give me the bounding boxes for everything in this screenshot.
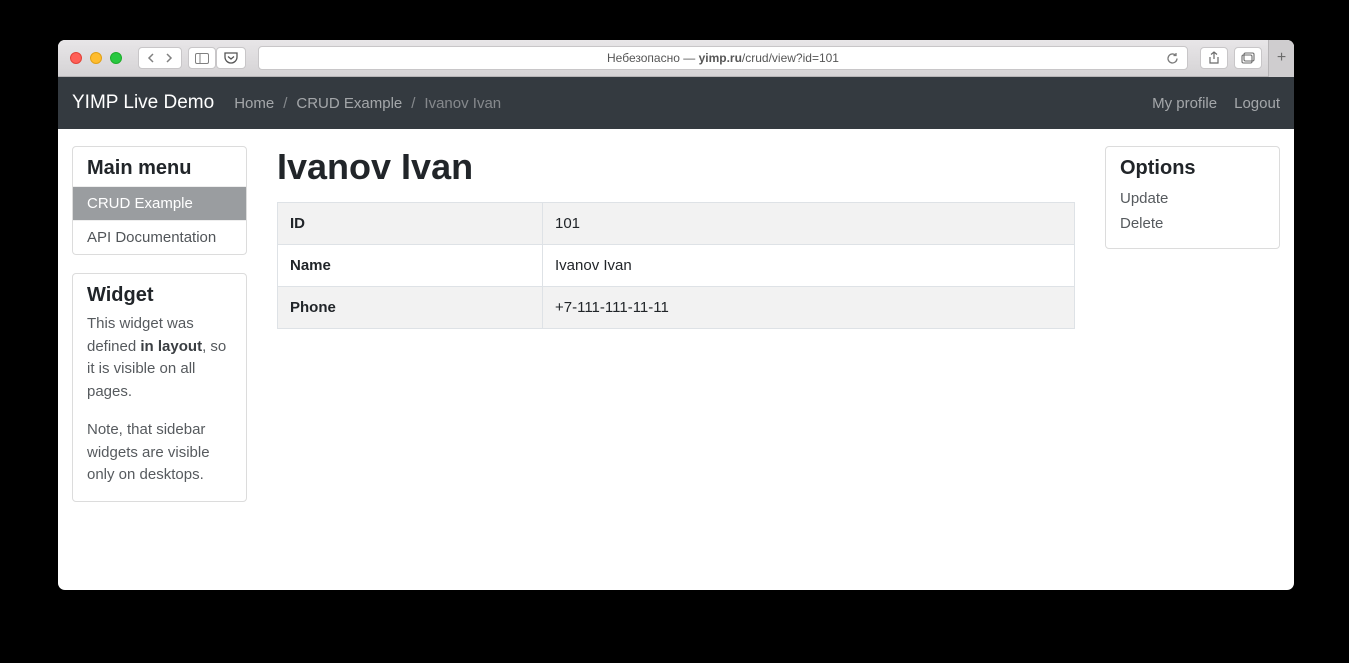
address-text: Небезопасно — yimp.ru/crud/view?id=101: [607, 51, 839, 65]
options-title: Options: [1106, 147, 1279, 186]
breadcrumb-crud[interactable]: CRUD Example: [296, 95, 402, 112]
main-menu-card: Main menu CRUD Example API Documentation: [72, 146, 247, 255]
nav-back-forward[interactable]: [138, 47, 182, 69]
close-icon[interactable]: [70, 52, 82, 64]
breadcrumb: Home / CRUD Example / Ivanov Ivan: [234, 95, 501, 112]
right-sidebar: Options Update Delete: [1105, 146, 1280, 520]
breadcrumb-current: Ivanov Ivan: [424, 95, 501, 112]
breadcrumb-home[interactable]: Home: [234, 95, 274, 112]
detail-table: ID 101 Name Ivanov Ivan Phone +7-111-111…: [277, 202, 1075, 329]
minimize-icon[interactable]: [90, 52, 102, 64]
breadcrumb-separator: /: [283, 95, 287, 112]
main-menu-title: Main menu: [73, 147, 246, 186]
sidebar-item-api-documentation[interactable]: API Documentation: [73, 220, 246, 254]
widget-card: Widget This widget was defined in layout…: [72, 273, 247, 502]
left-sidebar: Main menu CRUD Example API Documentation…: [72, 146, 247, 520]
tabs-icon[interactable]: [1234, 47, 1262, 69]
nav-logout[interactable]: Logout: [1234, 95, 1280, 112]
sidebar-item-crud-example[interactable]: CRUD Example: [73, 186, 246, 220]
table-row: Name Ivanov Ivan: [278, 245, 1075, 287]
row-value-id: 101: [543, 203, 1075, 245]
brand[interactable]: YIMP Live Demo: [72, 92, 214, 114]
breadcrumb-separator: /: [411, 95, 415, 112]
window-controls: [70, 52, 122, 64]
reload-icon[interactable]: [1166, 52, 1179, 65]
content: Main menu CRUD Example API Documentation…: [58, 129, 1294, 537]
row-label-name: Name: [278, 245, 543, 287]
nav-my-profile[interactable]: My profile: [1152, 95, 1217, 112]
options-list: Update Delete: [1106, 186, 1279, 248]
widget-text: Note, that sidebar widgets are visible o…: [87, 419, 232, 487]
title-bar: Небезопасно — yimp.ru/crud/view?id=101 +: [58, 40, 1294, 77]
row-value-name: Ivanov Ivan: [543, 245, 1075, 287]
table-row: ID 101: [278, 203, 1075, 245]
widget-title: Widget: [73, 274, 246, 313]
address-bar[interactable]: Небезопасно — yimp.ru/crud/view?id=101: [258, 46, 1188, 70]
navbar: YIMP Live Demo Home / CRUD Example / Iva…: [58, 77, 1294, 129]
share-icon[interactable]: [1200, 47, 1228, 69]
row-label-id: ID: [278, 203, 543, 245]
table-row: Phone +7-111-111-11-11: [278, 287, 1075, 329]
row-value-phone: +7-111-111-11-11: [543, 287, 1075, 329]
widget-text-strong: in layout: [140, 338, 202, 355]
browser-window: Небезопасно — yimp.ru/crud/view?id=101 +…: [58, 40, 1294, 590]
option-delete[interactable]: Delete: [1120, 211, 1265, 236]
maximize-icon[interactable]: [110, 52, 122, 64]
option-update[interactable]: Update: [1120, 186, 1265, 211]
sidebar-toggle-icon[interactable]: [188, 47, 216, 69]
pocket-icon[interactable]: [216, 47, 246, 69]
page-title: Ivanov Ivan: [277, 146, 1075, 188]
new-tab-button[interactable]: +: [1268, 40, 1294, 77]
row-label-phone: Phone: [278, 287, 543, 329]
widget-body: This widget was defined in layout, so it…: [73, 313, 246, 501]
options-card: Options Update Delete: [1105, 146, 1280, 249]
main-column: Ivanov Ivan ID 101 Name Ivanov Ivan Phon…: [277, 146, 1075, 520]
main-menu-list: CRUD Example API Documentation: [73, 186, 246, 254]
